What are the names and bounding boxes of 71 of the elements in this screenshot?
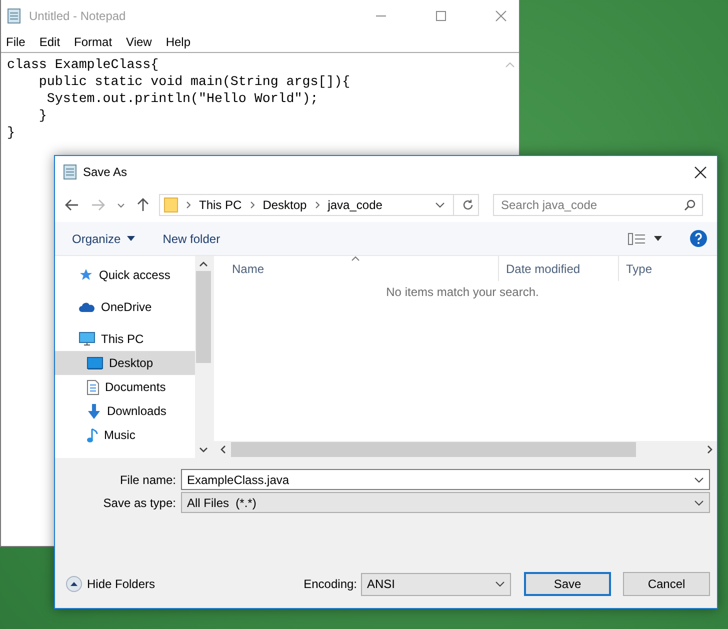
horizontal-scrollbar[interactable] <box>214 441 717 458</box>
search-field[interactable]: Search java_code <box>493 194 703 216</box>
new-folder-button[interactable]: New folder <box>162 232 220 246</box>
chevron-down-icon[interactable] <box>117 202 125 208</box>
menu-item[interactable]: View <box>126 35 152 49</box>
sort-caret-icon <box>351 256 360 261</box>
vertical-scrollbar[interactable] <box>195 256 212 458</box>
nav-item[interactable]: Quick access <box>55 263 195 287</box>
save-type-dropdown[interactable]: All Files (*.*) <box>181 492 710 513</box>
back-arrow-icon[interactable] <box>65 199 79 211</box>
text-editor[interactable]: class ExampleClass{ public static void main(String args[]){ System.out.println("Hello World"); } } <box>1 53 356 144</box>
organize-button[interactable]: Organize <box>72 232 135 246</box>
dialog-title: Save As <box>83 165 128 179</box>
refresh-icon[interactable] <box>462 199 474 211</box>
notepad-icon <box>63 164 77 180</box>
down-arrow-icon <box>87 404 101 418</box>
chevron-right-icon <box>250 201 255 209</box>
maximize-icon[interactable] <box>435 10 447 22</box>
chevron-right-icon <box>186 201 191 209</box>
caret-icon <box>126 236 135 241</box>
close-icon[interactable] <box>694 166 707 178</box>
encoding-label: Encoding: <box>304 577 357 591</box>
hide-folders-button[interactable]: Hide Folders <box>65 576 156 592</box>
caret-icon[interactable] <box>654 236 662 241</box>
address-bar[interactable]: This PC Desktop java_code <box>159 194 479 216</box>
chevron-down-icon <box>694 500 704 506</box>
nav-item[interactable]: OneDrive <box>55 295 195 319</box>
scroll-down-icon[interactable] <box>199 447 208 453</box>
file-name-field[interactable]: ExampleClass.java <box>181 469 710 490</box>
chevron-right-icon <box>314 201 320 209</box>
desktop-icon <box>87 356 103 370</box>
file-name-label: File name: <box>118 472 176 486</box>
chevron-down-icon <box>694 476 704 482</box>
column-header[interactable]: Type <box>619 256 652 281</box>
up-arrow-icon[interactable] <box>137 198 149 212</box>
menu-item[interactable]: Edit <box>39 35 60 49</box>
save-button[interactable]: Save <box>524 572 611 596</box>
document-icon <box>87 380 99 394</box>
notepad-icon <box>7 8 21 24</box>
scroll-right-icon[interactable] <box>707 445 713 454</box>
nav-item[interactable]: Music <box>55 423 195 447</box>
nav-item[interactable]: Desktop <box>55 351 195 375</box>
nav-item[interactable]: This PC <box>55 327 195 351</box>
search-icon <box>684 199 696 211</box>
nav-item[interactable]: Documents <box>55 375 195 399</box>
nav-item[interactable]: Downloads <box>55 399 195 423</box>
save-type-label: Save as type: <box>102 496 176 510</box>
breadcrumb-item[interactable]: java_code <box>328 198 382 212</box>
breadcrumb-item[interactable]: Desktop <box>262 198 307 212</box>
cancel-button[interactable]: Cancel <box>623 572 710 596</box>
folder-icon <box>164 197 178 213</box>
music-note-icon <box>87 428 98 442</box>
help-icon[interactable] <box>690 230 707 247</box>
collapse-icon <box>66 576 82 592</box>
scroll-up-icon[interactable] <box>199 261 208 267</box>
cloud-icon <box>79 302 95 312</box>
star-icon <box>79 268 93 282</box>
view-options-icon[interactable] <box>628 232 646 244</box>
window-title: Untitled - Notepad <box>29 9 126 23</box>
menu-item[interactable]: Format <box>74 35 112 49</box>
chevron-down-icon <box>495 581 505 587</box>
menu-item[interactable]: File <box>6 35 26 49</box>
encoding-dropdown[interactable]: ANSI <box>361 572 511 596</box>
scroll-left-icon[interactable] <box>220 445 226 454</box>
menu-item[interactable]: Help <box>166 35 191 49</box>
monitor-icon <box>79 332 95 346</box>
chevron-down-icon[interactable] <box>435 202 445 208</box>
column-header[interactable]: Date modified <box>499 256 619 281</box>
empty-message: No items match your search. <box>385 284 540 299</box>
column-header[interactable]: Name <box>214 256 499 281</box>
breadcrumb-item[interactable]: This PC <box>199 198 242 212</box>
